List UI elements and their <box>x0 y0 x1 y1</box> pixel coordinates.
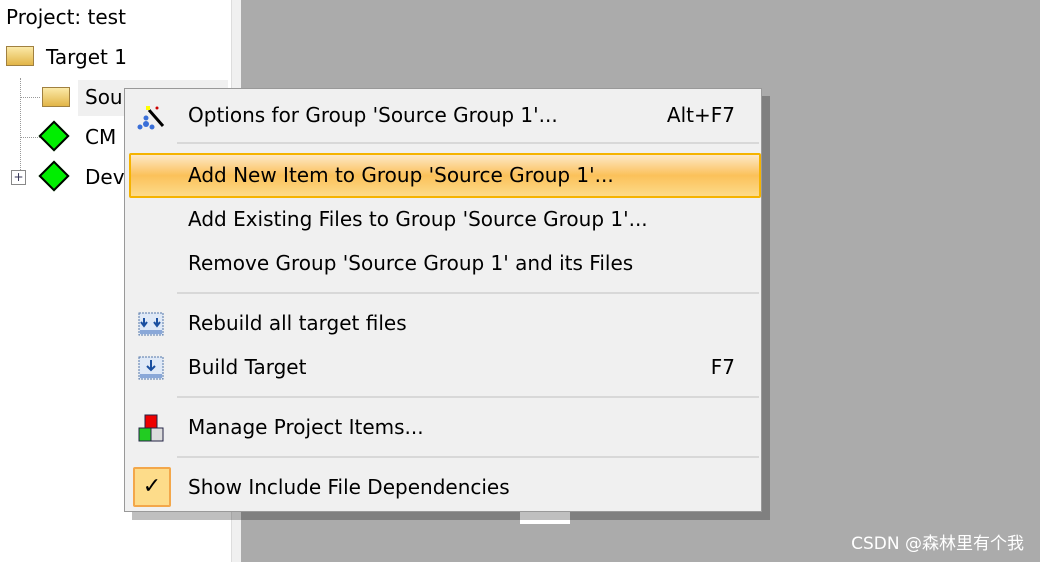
component-icon <box>38 160 70 192</box>
magic-wand-icon <box>137 106 165 130</box>
separator <box>177 142 759 144</box>
menu-item-build-target[interactable]: Build Target F7 <box>125 346 761 390</box>
separator <box>177 292 759 294</box>
menu-item-rebuild-all[interactable]: Rebuild all target files <box>125 302 761 346</box>
menu-item-show-include-dependencies[interactable]: ✓ Show Include File Dependencies <box>125 466 761 510</box>
check-icon: ✓ <box>133 467 171 507</box>
menu-item-label: Rebuild all target files <box>188 311 407 335</box>
watermark: CSDN @森林里有个我 <box>851 534 1024 554</box>
menu-item-label: Add Existing Files to Group 'Source Grou… <box>188 207 648 231</box>
menu-item-add-new-item[interactable]: Add New Item to Group 'Source Group 1'..… <box>129 153 761 198</box>
target-folder-icon <box>6 46 34 66</box>
component-icon <box>38 120 70 152</box>
tree-item-target[interactable]: Target 1 <box>46 45 127 69</box>
project-title: Project: test <box>6 5 126 29</box>
menu-item-label: Remove Group 'Source Group 1' and its Fi… <box>188 251 634 275</box>
menu-item-label: Options for Group 'Source Group 1'... <box>188 103 558 127</box>
menu-item-remove-group[interactable]: Remove Group 'Source Group 1' and its Fi… <box>125 242 761 286</box>
menu-item-label: Manage Project Items... <box>188 415 424 439</box>
menu-item-label: Show Include File Dependencies <box>188 475 510 499</box>
menu-item-options-for-group[interactable]: Options for Group 'Source Group 1'... Al… <box>125 94 761 138</box>
context-menu: Options for Group 'Source Group 1'... Al… <box>124 88 762 512</box>
manage-items-icon <box>138 414 164 442</box>
tree-item-cmsis[interactable]: CM <box>85 125 116 149</box>
menu-item-label: Build Target <box>188 355 307 379</box>
build-icon <box>138 356 164 380</box>
tree-item-device[interactable]: Dev <box>85 165 125 189</box>
separator <box>177 396 759 398</box>
menu-item-add-existing-files[interactable]: Add Existing Files to Group 'Source Grou… <box>125 198 761 242</box>
tree-item-source-group[interactable]: Sou <box>85 85 123 109</box>
group-folder-icon <box>42 87 70 107</box>
menu-item-manage-project-items[interactable]: Manage Project Items... <box>125 406 761 450</box>
expand-icon[interactable]: + <box>11 170 26 185</box>
separator <box>177 456 759 458</box>
shortcut: F7 <box>710 355 735 379</box>
shortcut: Alt+F7 <box>666 103 735 127</box>
rebuild-icon <box>138 312 164 336</box>
menu-item-label: Add New Item to Group 'Source Group 1'..… <box>188 163 614 187</box>
